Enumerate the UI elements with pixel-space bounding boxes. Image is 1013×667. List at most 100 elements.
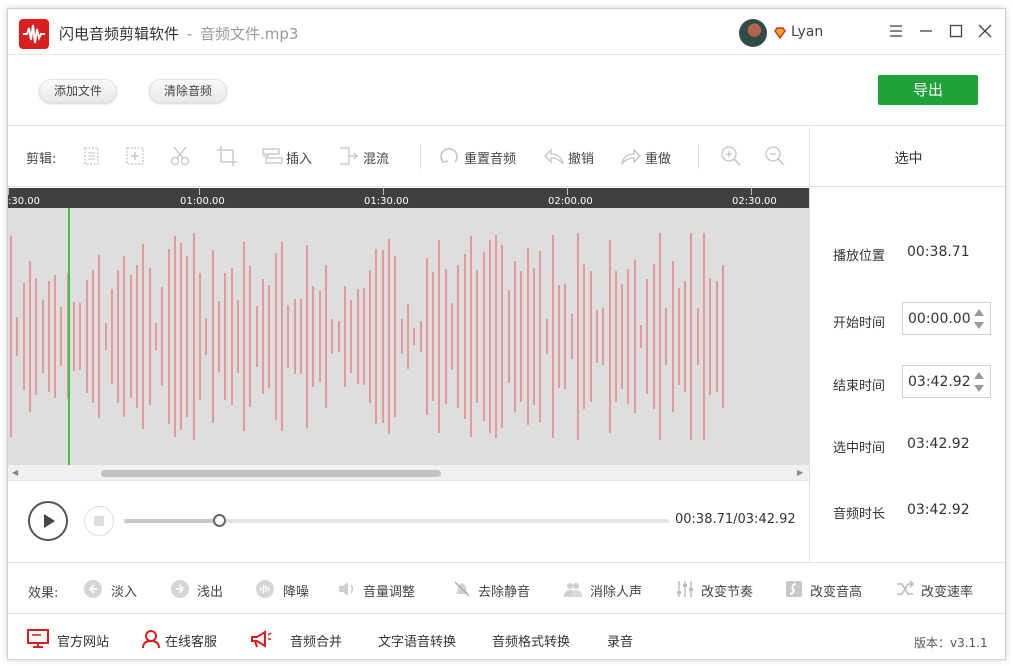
start-time-up-icon[interactable] — [974, 309, 984, 316]
waveform-bar — [602, 307, 605, 366]
export-button[interactable]: 导出 — [878, 75, 978, 105]
playhead[interactable] — [68, 208, 70, 465]
ruler-tick-label: 02:30.00 — [732, 196, 777, 207]
fade-in-button[interactable]: 淡入 — [111, 581, 137, 600]
denoise-button[interactable]: 降噪 — [283, 581, 309, 600]
online-support-link[interactable]: 在线客服 — [165, 631, 217, 650]
waveform-bar — [325, 265, 327, 408]
waveform-bar — [690, 232, 693, 441]
zoom-out-icon[interactable] — [764, 145, 786, 167]
fade-in-icon[interactable] — [83, 579, 103, 599]
text-to-speech-link[interactable]: 文字语音转换 — [378, 631, 456, 650]
end-time-down-icon[interactable] — [974, 385, 984, 392]
waveform-bar — [154, 322, 157, 351]
waveform-bar — [268, 285, 271, 388]
remove-vocals-icon[interactable] — [563, 579, 583, 599]
change-speed-icon[interactable] — [895, 579, 915, 599]
customer-service-icon[interactable] — [140, 629, 162, 649]
play-button[interactable] — [28, 501, 68, 541]
reset-audio-icon[interactable] — [438, 145, 460, 167]
cut-icon[interactable] — [169, 145, 191, 167]
waveform-bar — [425, 258, 428, 415]
megaphone-icon[interactable] — [250, 629, 272, 649]
vip-badge-icon — [774, 27, 786, 40]
insert-icon[interactable] — [261, 145, 283, 167]
undo-icon[interactable] — [543, 145, 565, 167]
clear-audio-button[interactable]: 清除音频 — [149, 79, 228, 103]
waveform-bar — [362, 287, 365, 386]
edit-toolbar: 剪辑: 插入 混流 重置音频 撤销 重做 — [8, 127, 809, 187]
timeline-scrollbar[interactable]: ◀ ▶ — [8, 465, 809, 481]
waveform-bar — [577, 233, 579, 440]
remove-vocals-button[interactable]: 消除人声 — [590, 581, 642, 600]
timeline-ruler[interactable]: :30.00 01:00.00 01:30.00 02:00.00 02:30.… — [8, 188, 809, 208]
menu-icon[interactable] — [888, 23, 904, 39]
zoom-in-icon[interactable] — [720, 145, 742, 167]
playback-progress[interactable] — [124, 514, 669, 527]
change-pitch-button[interactable]: 改变音高 — [810, 581, 862, 600]
end-time-up-icon[interactable] — [974, 372, 984, 379]
end-time-stepper[interactable]: 03:42.92 — [902, 365, 991, 398]
monitor-icon[interactable] — [27, 629, 49, 649]
undo-button[interactable]: 撤销 — [568, 148, 594, 167]
audio-merge-link[interactable]: 音频合并 — [290, 631, 342, 650]
username[interactable]: Lyan — [791, 24, 823, 40]
audio-format-convert-link[interactable]: 音频格式转换 — [492, 631, 570, 650]
waveform-bar — [199, 273, 201, 400]
waveform-bar — [117, 269, 120, 404]
fade-out-button[interactable]: 浅出 — [197, 581, 223, 600]
volume-adjust-button[interactable]: 音量调整 — [363, 581, 415, 600]
waveform-bar — [236, 300, 239, 373]
waveform-bar — [438, 240, 441, 433]
ruler-tick-label: 02:00.00 — [548, 196, 593, 207]
denoise-icon[interactable] — [255, 579, 275, 599]
change-tempo-icon[interactable] — [675, 579, 695, 599]
paste-icon[interactable] — [124, 145, 146, 167]
start-time-input[interactable]: 00:00.00 — [908, 311, 971, 327]
waveform-bar — [60, 306, 63, 367]
scroll-left-icon[interactable]: ◀ — [12, 468, 18, 477]
start-time-label: 开始时间 — [833, 316, 886, 331]
add-file-button[interactable]: 添加文件 — [39, 79, 118, 103]
close-icon[interactable] — [977, 23, 993, 39]
redo-button[interactable]: 重做 — [645, 148, 671, 167]
mix-button[interactable]: 混流 — [363, 148, 389, 167]
redo-icon[interactable] — [620, 145, 642, 167]
start-time-stepper[interactable]: 00:00.00 — [902, 302, 991, 335]
volume-icon[interactable] — [337, 579, 357, 599]
fade-out-icon[interactable] — [170, 579, 190, 599]
effects-bar: 效果: 淡入 浅出 降噪 音量调整 去除静音 消除人声 改变节奏 改变音高 改变… — [8, 562, 1005, 614]
progress-knob[interactable] — [212, 514, 226, 527]
version-label: 版本：v3.1.1 — [914, 636, 988, 650]
waveform-bar — [614, 270, 617, 403]
record-link[interactable]: 录音 — [607, 631, 633, 650]
copy-icon[interactable] — [81, 145, 103, 167]
change-tempo-button[interactable]: 改变节奏 — [701, 581, 753, 600]
waveform-bar — [356, 289, 359, 384]
end-time-input[interactable]: 03:42.92 — [908, 374, 971, 390]
avatar[interactable] — [739, 19, 767, 47]
minimize-icon[interactable] — [918, 23, 934, 39]
waveform-bar — [646, 279, 649, 394]
official-website-link[interactable]: 官方网站 — [57, 631, 109, 650]
waveform-bar — [79, 303, 82, 370]
scroll-right-icon[interactable]: ▶ — [797, 468, 803, 477]
waveform-canvas[interactable] — [8, 208, 809, 465]
scrollbar-thumb[interactable] — [101, 470, 441, 477]
remove-silence-button[interactable]: 去除静音 — [478, 581, 530, 600]
reset-audio-button[interactable]: 重置音频 — [464, 148, 516, 167]
file-name: 音频文件.mp3 — [200, 25, 299, 43]
waveform-bar — [633, 260, 636, 413]
maximize-icon[interactable] — [948, 23, 964, 39]
waveform-bar — [167, 248, 170, 425]
mix-icon[interactable] — [337, 145, 359, 167]
start-time-down-icon[interactable] — [974, 322, 984, 329]
insert-button[interactable]: 插入 — [286, 148, 312, 167]
crop-icon[interactable] — [216, 145, 238, 167]
remove-silence-icon[interactable] — [452, 579, 472, 599]
change-speed-button[interactable]: 改变速率 — [921, 581, 973, 600]
stop-button[interactable] — [84, 506, 114, 536]
waveform-bar — [507, 289, 510, 384]
waveform-bar — [488, 239, 491, 434]
change-pitch-icon[interactable] — [784, 579, 804, 599]
